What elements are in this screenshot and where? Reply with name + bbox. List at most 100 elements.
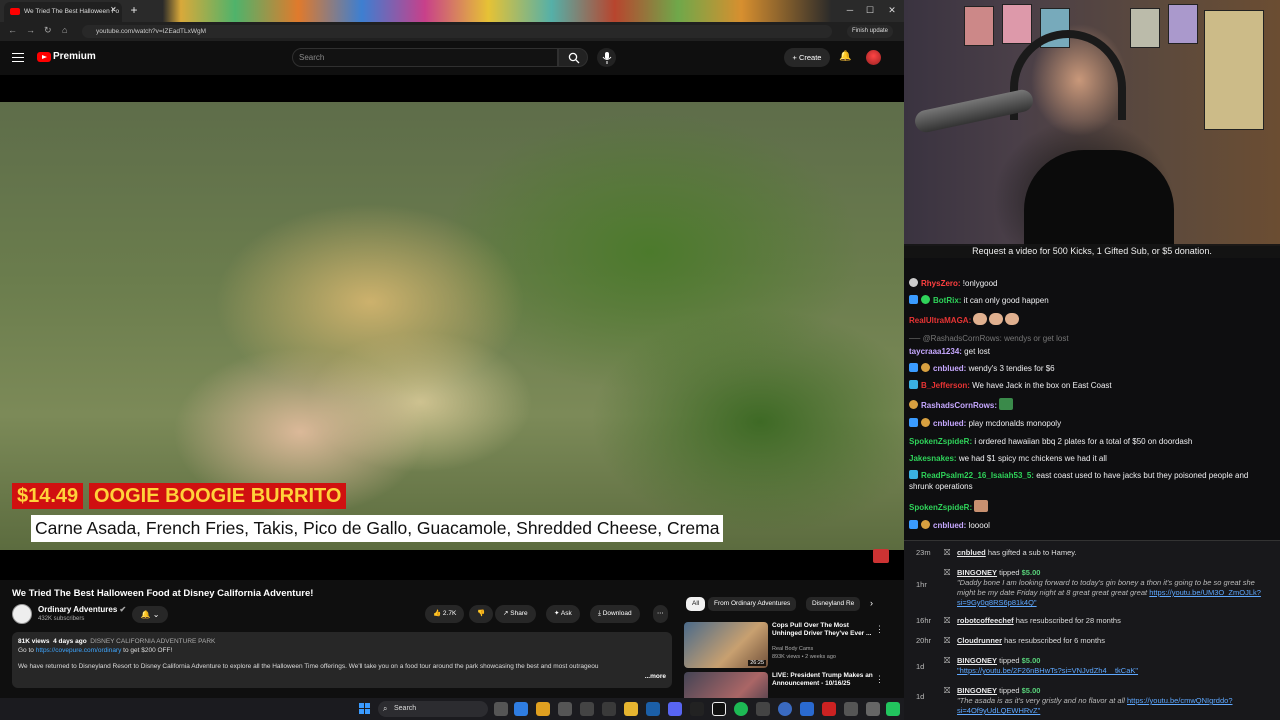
windows-taskbar: ⌕ Search xyxy=(0,698,904,720)
description-promo: Go to https://covepure.com/ordinary to g… xyxy=(18,647,173,654)
overlay-item-name: OOGIE BOOGIE BURRITO xyxy=(89,483,347,509)
streamer-webcam xyxy=(904,0,1280,246)
app-icon[interactable] xyxy=(800,702,814,716)
forward-arrow-icon[interactable]: → xyxy=(26,25,35,35)
wall-poster xyxy=(1002,4,1032,44)
youtube-brand[interactable]: Premium xyxy=(53,51,96,62)
edge-browser-icon[interactable] xyxy=(514,702,528,716)
recommendation-thumbnail xyxy=(684,672,768,698)
app-icon[interactable] xyxy=(558,702,572,716)
app-icon[interactable] xyxy=(580,702,594,716)
tip-icon: ⛝ xyxy=(944,568,951,577)
taskbar-search[interactable]: ⌕ Search xyxy=(378,701,488,717)
wall-poster xyxy=(964,6,994,46)
channel-watermark-icon[interactable] xyxy=(873,549,889,563)
recommendation-menu-icon[interactable]: ⋮ xyxy=(875,624,884,635)
tab-close-icon[interactable]: ✕ xyxy=(110,5,117,14)
subscription-bell-button[interactable]: 🔔 ⌄ xyxy=(132,606,168,623)
youtube-logo-icon[interactable] xyxy=(37,52,51,62)
recommendation-title: LIVE: President Trump Makes an Announcem… xyxy=(772,672,873,688)
finish-update-button[interactable]: Finish update xyxy=(847,25,894,38)
description-meta: 81K views 4 days ago DISNEY CALIFORNIA A… xyxy=(18,638,216,645)
task-view-icon[interactable] xyxy=(494,702,508,716)
url-field[interactable]: youtube.com/watch?v=IZEadTLxWgM xyxy=(82,25,832,38)
video-details: We Tried The Best Halloween Food at Disn… xyxy=(0,580,904,698)
chips-next-chevron-icon[interactable]: › xyxy=(870,598,873,608)
channel-avatar[interactable] xyxy=(12,604,32,624)
app-icon[interactable] xyxy=(778,702,792,716)
steam-icon[interactable] xyxy=(646,702,660,716)
home-icon[interactable]: ⌂ xyxy=(62,25,67,35)
dislike-button[interactable]: 👎 xyxy=(469,605,494,623)
description-box[interactable]: 81K views 4 days ago DISNEY CALIFORNIA A… xyxy=(12,632,672,688)
chat-message: RhysZero: !onlygood xyxy=(909,278,1269,289)
description-body: We have returned to Disneyland Resort to… xyxy=(18,663,599,670)
file-explorer-icon[interactable] xyxy=(624,702,638,716)
chrome-browser-icon[interactable] xyxy=(536,702,550,716)
download-button[interactable]: ⤓ Download xyxy=(590,605,640,623)
spotify-icon[interactable] xyxy=(734,702,748,716)
microphone xyxy=(913,87,1035,135)
verified-check-icon: ✔ xyxy=(119,605,127,614)
app-icon[interactable] xyxy=(690,702,704,716)
recommendation-menu-icon[interactable]: ⋮ xyxy=(875,674,884,685)
video-player[interactable]: $14.49 OOGIE BOOGIE BURRITO Carne Asada,… xyxy=(0,75,904,580)
search-button[interactable] xyxy=(558,48,588,67)
recommendation-item[interactable]: 26:25 Cops Pull Over The Most Unhinged D… xyxy=(684,622,894,668)
app-icon[interactable] xyxy=(712,702,726,716)
app-icon[interactable] xyxy=(756,702,770,716)
taskbar-search-icon: ⌕ xyxy=(383,704,388,713)
maximize-icon[interactable]: ☐ xyxy=(860,3,880,17)
recommendation-channel: Real Body Cams xyxy=(772,646,814,652)
recommendation-item[interactable]: LIVE: President Trump Makes an Announcem… xyxy=(684,672,894,698)
resub-icon: ⛝ xyxy=(944,636,951,645)
app-icon[interactable] xyxy=(844,702,858,716)
chat-message: ReadPsalm22_16_Isaiah53_5: east coast us… xyxy=(909,470,1249,491)
back-arrow-icon[interactable]: ← xyxy=(8,25,17,35)
microphone-icon xyxy=(602,51,611,64)
gift-icon: ⛝ xyxy=(944,548,951,557)
reload-icon[interactable]: ↻ xyxy=(44,25,52,36)
chip-all[interactable]: All xyxy=(686,597,706,611)
like-button[interactable]: 👍 2.7K xyxy=(425,605,465,623)
app-icon[interactable] xyxy=(602,702,616,716)
chat-message: RashadsCornRows: xyxy=(909,398,1269,411)
streamer-figure xyxy=(1024,150,1174,246)
channel-name[interactable]: Ordinary Adventures ✔ xyxy=(38,605,126,614)
ask-button[interactable]: ✦ Ask xyxy=(546,605,580,623)
more-actions-icon[interactable]: ⋯ xyxy=(653,605,668,623)
address-bar-row: ← → ↻ ⌂ youtube.com/watch?v=IZEadTLxWgM … xyxy=(0,22,904,41)
chat-message: SpokenZspideR: xyxy=(909,500,1269,513)
bookshelf xyxy=(1204,10,1264,130)
chip-from-channel[interactable]: From Ordinary Adventures xyxy=(708,597,797,611)
share-button[interactable]: ↗ Share xyxy=(495,605,536,623)
app-icon[interactable] xyxy=(866,702,880,716)
description-more-link[interactable]: ...more xyxy=(645,673,666,680)
app-icon[interactable] xyxy=(886,702,900,716)
new-tab-plus-icon[interactable]: + xyxy=(127,3,141,17)
chat-message: cnblued: looool xyxy=(909,520,1269,531)
app-icon[interactable] xyxy=(822,702,836,716)
windows-start-icon[interactable] xyxy=(359,703,370,714)
chat-message: taycraaa1234: get lost xyxy=(909,347,990,356)
promo-link[interactable]: https://covepure.com/ordinary xyxy=(36,647,122,654)
channel-subscribers: 432K subscribers xyxy=(38,616,85,622)
search-input[interactable]: Search xyxy=(292,48,558,67)
stream-events-feed: 23m ⛝ cnblued has gifted a sub to Hamey. … xyxy=(904,540,1280,720)
search-icon xyxy=(568,52,580,64)
chat-message: cnblued: wendy's 3 tendies for $6 xyxy=(909,363,1269,374)
browser-tab-active[interactable]: We Tried The Best Halloween Fo xyxy=(4,2,122,22)
chat-message: BotRix: it can only good happen xyxy=(909,295,1269,306)
browser-tab-bar: We Tried The Best Halloween Fo ✕ + ─ ☐ ✕ xyxy=(0,0,904,22)
youtube-favicon-icon xyxy=(10,8,20,15)
notifications-bell-icon[interactable]: 🔔 xyxy=(839,51,851,62)
account-avatar[interactable] xyxy=(866,50,881,65)
chat-message: cnblued: play mcdonalds monopoly xyxy=(909,418,1269,429)
minimize-icon[interactable]: ─ xyxy=(840,3,860,17)
discord-icon[interactable] xyxy=(668,702,682,716)
menu-icon[interactable] xyxy=(12,53,24,62)
chip-disneyland[interactable]: Disneyland Re xyxy=(806,597,861,611)
create-button[interactable]: + Create xyxy=(784,48,830,67)
window-close-icon[interactable]: ✕ xyxy=(882,3,902,17)
voice-search-button[interactable] xyxy=(597,48,616,67)
